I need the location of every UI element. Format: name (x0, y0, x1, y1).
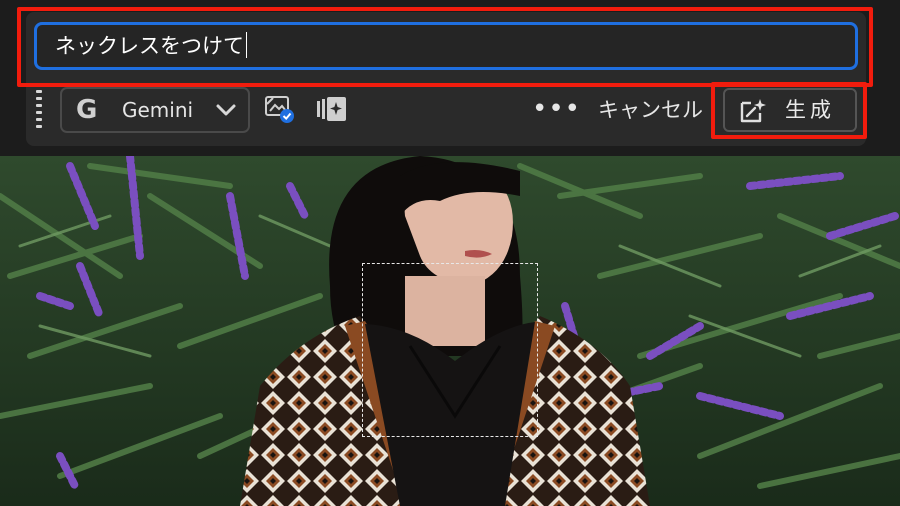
reference-image-icon[interactable] (264, 95, 296, 125)
google-g-icon: G (76, 95, 98, 125)
drag-handle[interactable] (35, 90, 43, 128)
chevron-down-icon (216, 104, 236, 116)
marquee-selection[interactable] (362, 263, 538, 437)
more-options-button[interactable]: ••• (532, 96, 580, 122)
model-select-dropdown[interactable]: G Gemini (60, 87, 250, 133)
generate-icon (740, 99, 766, 123)
canvas-photo[interactable] (0, 156, 900, 506)
generate-button[interactable]: 生成 (723, 88, 857, 132)
prompt-text: ネックレスをつけて (55, 34, 244, 58)
model-select-label: Gemini (122, 98, 194, 122)
prompt-input[interactable]: ネックレスをつけて (34, 22, 858, 70)
generate-variations-icon[interactable] (316, 95, 348, 123)
generate-button-label: 生成 (785, 98, 835, 122)
cancel-button[interactable]: キャンセル (598, 93, 703, 127)
text-caret (246, 32, 247, 58)
